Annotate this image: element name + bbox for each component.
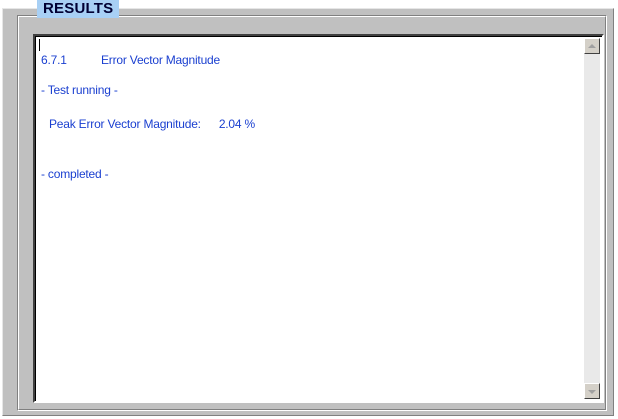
metric-label: Peak Error Vector Magnitude: [49,117,201,131]
results-textbox[interactable]: 6.7.1 Error Vector Magnitude - Test runni… [33,34,604,403]
vertical-scrollbar[interactable] [584,38,600,399]
scroll-up-arrow-icon [588,44,596,48]
scroll-down-arrow-icon [588,390,596,394]
status-running: - Test running - [41,83,118,97]
results-group-title: RESULTS [37,0,120,18]
test-id: 6.7.1 [41,53,67,67]
metric-line: Peak Error Vector Magnitude: 2.04 % [49,117,255,131]
status-completed: - completed - [41,167,109,181]
test-header-line: 6.7.1 Error Vector Magnitude [41,53,220,67]
scroll-down-button[interactable] [584,383,600,399]
scroll-up-button[interactable] [584,38,600,54]
text-caret [39,39,40,51]
test-name: Error Vector Magnitude [101,53,220,67]
metric-value: 2.04 % [218,117,255,131]
